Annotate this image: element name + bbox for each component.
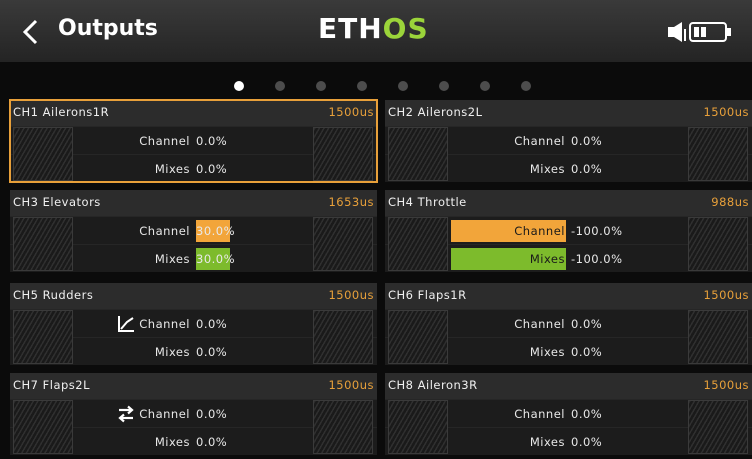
back-chevron-icon <box>22 19 38 45</box>
channel-value: 0.0% <box>571 407 603 421</box>
mixes-label: Mixes <box>154 162 190 176</box>
hatch-pattern-left <box>13 310 73 364</box>
mixes-label: Mixes <box>529 435 565 449</box>
mixes-label: Mixes <box>529 345 565 359</box>
system-status-icons <box>668 22 731 42</box>
channel-label: Channel <box>514 224 565 238</box>
channel-panel-ch6[interactable]: CH6 Flaps1R 1500us Channel 0.0% Mixes 0.… <box>385 283 752 365</box>
page-dot-1[interactable] <box>234 81 244 91</box>
hatch-pattern-right <box>688 217 748 271</box>
channel-label: Channel <box>139 134 190 148</box>
channel-panel-ch7[interactable]: CH7 Flaps2L 1500us Channel 0.0% Mixes 0.… <box>10 373 377 455</box>
channel-label: Channel <box>139 317 190 331</box>
logo-text-eth: ETH <box>318 12 383 45</box>
logo-text-os: OS <box>382 12 429 45</box>
mixes-label: Mixes <box>154 435 190 449</box>
channel-name: CH3 Elevators <box>13 195 101 209</box>
channel-value: 0.0% <box>196 134 228 148</box>
channel-name: CH1 Ailerons1R <box>13 105 110 119</box>
hatch-pattern-left <box>388 310 448 364</box>
page-dot-8[interactable] <box>521 81 531 91</box>
mixes-value: 0.0% <box>571 435 603 449</box>
channel-output-us: 1500us <box>703 105 749 119</box>
outputs-screen: Outputs ETHOS CH1 Ailerons1R 1500us Chan… <box>0 0 752 459</box>
back-button[interactable] <box>16 17 46 47</box>
channel-panel-ch4[interactable]: CH4 Throttle 988us Channel -100.0% Mixes… <box>385 190 752 272</box>
mixes-value: 30.0% <box>196 252 236 266</box>
page-dot-6[interactable] <box>439 81 449 91</box>
channel-output-us: 1500us <box>328 378 374 392</box>
hatch-pattern-left <box>13 217 73 271</box>
mixes-label: Mixes <box>154 345 190 359</box>
battery-icon <box>689 22 731 42</box>
channel-value: 0.0% <box>571 317 603 331</box>
page-dot-4[interactable] <box>357 81 367 91</box>
channel-name: CH6 Flaps1R <box>388 288 467 302</box>
channel-label: Channel <box>514 407 565 421</box>
channel-output-us: 1500us <box>328 105 374 119</box>
channel-name: CH4 Throttle <box>388 195 467 209</box>
mixes-value: 0.0% <box>196 162 228 176</box>
channel-value: -100.0% <box>571 224 623 238</box>
channel-value: 0.0% <box>196 317 228 331</box>
hatch-pattern-right <box>688 127 748 181</box>
hatch-pattern-left <box>388 127 448 181</box>
channel-label: Channel <box>514 134 565 148</box>
channel-value: 0.0% <box>571 134 603 148</box>
hatch-pattern-right <box>688 310 748 364</box>
mixes-label: Mixes <box>154 252 190 266</box>
channel-panel-ch1[interactable]: CH1 Ailerons1R 1500us Channel 0.0% Mixes… <box>9 99 378 183</box>
hatch-pattern-left <box>13 400 73 454</box>
mixes-label: Mixes <box>529 252 565 266</box>
hatch-pattern-left <box>388 400 448 454</box>
mixes-value: 0.0% <box>571 345 603 359</box>
channel-value: 30.0% <box>196 224 236 238</box>
channel-panel-ch3[interactable]: CH3 Elevators 1653us Channel 30.0% Mixes… <box>10 190 377 272</box>
channel-name: CH5 Rudders <box>13 288 94 302</box>
page-dot-3[interactable] <box>316 81 326 91</box>
page-dot-7[interactable] <box>480 81 490 91</box>
channel-name: CH2 Ailerons2L <box>388 105 483 119</box>
mixes-label: Mixes <box>529 162 565 176</box>
channel-label: Channel <box>514 317 565 331</box>
channel-name: CH8 Aileron3R <box>388 378 478 392</box>
mixes-value: 0.0% <box>196 435 228 449</box>
hatch-pattern-right <box>313 310 373 364</box>
mixes-value: 0.0% <box>571 162 603 176</box>
channel-name: CH7 Flaps2L <box>13 378 91 392</box>
page-title: Outputs <box>58 16 158 41</box>
top-bar: Outputs ETHOS <box>0 0 752 62</box>
channel-panel-ch2[interactable]: CH2 Ailerons2L 1500us Channel 0.0% Mixes… <box>385 100 752 182</box>
page-dot-2[interactable] <box>275 81 285 91</box>
page-indicator[interactable] <box>0 62 752 96</box>
hatch-pattern-right <box>313 127 373 181</box>
channel-output-us: 1500us <box>703 378 749 392</box>
page-dot-5[interactable] <box>398 81 408 91</box>
channel-panel-ch8[interactable]: CH8 Aileron3R 1500us Channel 0.0% Mixes … <box>385 373 752 455</box>
hatch-pattern-left <box>388 217 448 271</box>
mixes-value: -100.0% <box>571 252 623 266</box>
channel-panel-ch5[interactable]: CH5 Rudders 1500us Channel 0.0% Mixes 0.… <box>10 283 377 365</box>
channel-output-us: 1500us <box>703 288 749 302</box>
mixes-value: 0.0% <box>196 345 228 359</box>
channel-label: Channel <box>139 407 190 421</box>
channel-label: Channel <box>139 224 190 238</box>
channel-output-us: 1653us <box>328 195 374 209</box>
hatch-pattern-right <box>313 217 373 271</box>
channel-value: 0.0% <box>196 407 228 421</box>
hatch-pattern-left <box>13 127 73 181</box>
channel-output-us: 1500us <box>328 288 374 302</box>
curve-icon <box>118 316 134 332</box>
channel-output-us: 988us <box>711 195 749 209</box>
hatch-pattern-right <box>313 400 373 454</box>
speaker-icon <box>668 22 686 42</box>
reverse-arrows-icon <box>118 405 134 423</box>
hatch-pattern-right <box>688 400 748 454</box>
ethos-logo: ETHOS <box>318 12 429 46</box>
